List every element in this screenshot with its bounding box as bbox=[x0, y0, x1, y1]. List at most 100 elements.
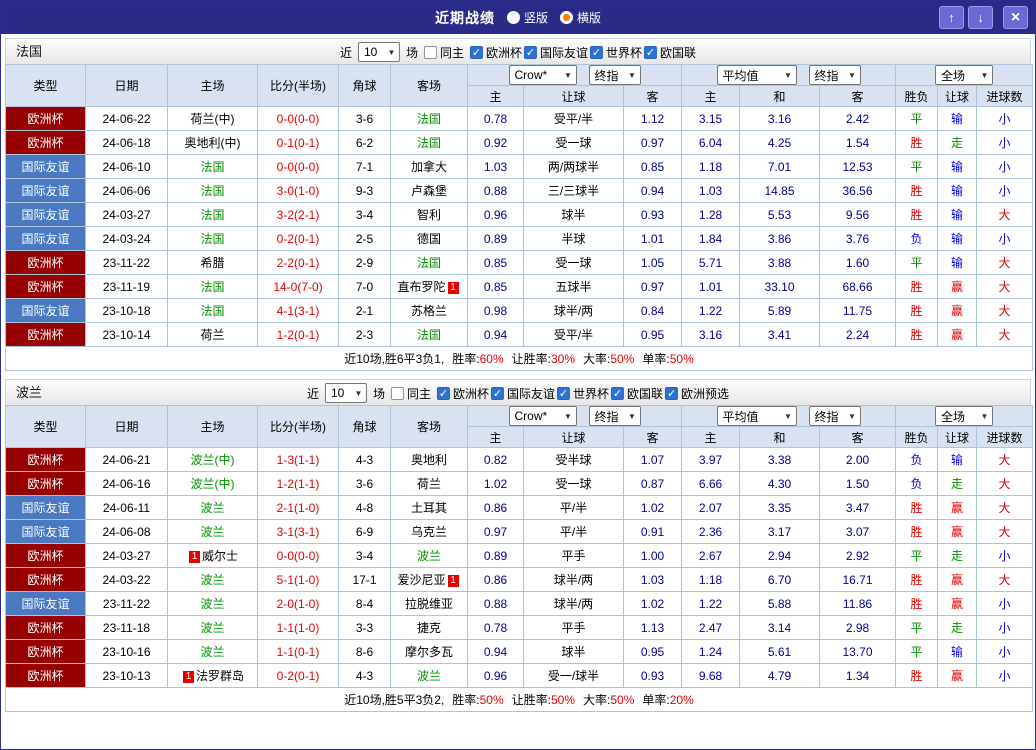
match-date: 23-10-13 bbox=[85, 663, 168, 688]
team-label: 荷兰 bbox=[416, 477, 441, 491]
down-arrow-icon: ↓ bbox=[977, 10, 984, 25]
match-count-value: 10 bbox=[330, 386, 345, 400]
team-label: 波兰 bbox=[416, 669, 441, 683]
match-row: 国际友谊 24-03-24 法国 0-2(0-1) 2-5 德国 0.89 半球 1.01 1.8… bbox=[5, 226, 1034, 251]
final-odds-select[interactable]: 终指 ▼ bbox=[588, 406, 641, 426]
scroll-down-button[interactable]: ↓ bbox=[968, 6, 993, 29]
avg-home: 2.67 bbox=[681, 543, 740, 568]
same-home-checkbox[interactable]: 同主 bbox=[423, 44, 464, 61]
result-cell: 胜 bbox=[895, 130, 938, 155]
competition-label: 欧洲杯 bbox=[452, 386, 489, 401]
competition-checkbox[interactable]: 欧洲预选 bbox=[665, 385, 729, 402]
match-row: 欧洲杯 23-10-13 1 法罗群岛 0-2(0-1) 4-3 波兰 0.96 受一/球半 0.… bbox=[5, 663, 1034, 688]
away-team: 奥地利 bbox=[390, 447, 468, 472]
odds-away: 0.84 bbox=[623, 298, 682, 323]
avg-away: 9.56 bbox=[819, 202, 896, 227]
team-label: 拉脱维亚 bbox=[404, 597, 453, 611]
avg-home: 6.66 bbox=[681, 471, 740, 496]
recent-label: 近 bbox=[306, 386, 319, 401]
final-odds-select[interactable]: 终指 ▼ bbox=[588, 65, 641, 85]
competition-checkbox[interactable]: 国际友谊 bbox=[491, 385, 555, 402]
odds-handicap: 受平/半 bbox=[523, 106, 624, 131]
avg-home: 2.36 bbox=[681, 519, 740, 544]
bookmaker-select[interactable]: Crow* ▼ bbox=[508, 65, 577, 85]
match-count-select[interactable]: 10 ▼ bbox=[324, 383, 367, 403]
match-date: 24-03-24 bbox=[85, 226, 168, 251]
average-select[interactable]: 平均值 ▼ bbox=[716, 406, 797, 426]
match-type: 欧洲杯 bbox=[5, 543, 86, 568]
match-type: 欧洲杯 bbox=[5, 663, 86, 688]
odds-handicap: 受一/球半 bbox=[523, 663, 624, 688]
corners: 3-4 bbox=[338, 543, 391, 568]
avg-draw: 5.53 bbox=[739, 202, 820, 227]
match-scope-select[interactable]: 全场 ▼ bbox=[935, 65, 993, 85]
match-scope-select[interactable]: 全场 ▼ bbox=[935, 406, 993, 426]
match-row: 欧洲杯 24-06-22 荷兰(中) 0-0(0-0) 3-6 法国 0.78 受平/半 1.1… bbox=[5, 106, 1034, 131]
same-home-checkbox[interactable]: 同主 bbox=[390, 385, 431, 402]
match-type: 欧洲杯 bbox=[5, 639, 86, 664]
final-odds-value: 终指 bbox=[594, 68, 619, 83]
corners: 3-3 bbox=[338, 615, 391, 640]
odds-away: 0.85 bbox=[623, 154, 682, 179]
checkbox-checked-icon bbox=[611, 386, 625, 400]
odds-dropdowns-cell: Crow* ▼ 终指 ▼ bbox=[467, 64, 682, 86]
competition-checkbox[interactable]: 欧国联 bbox=[644, 44, 696, 61]
match-count-select[interactable]: 10 ▼ bbox=[357, 42, 400, 62]
result-cell: 平 bbox=[895, 250, 938, 275]
match-date: 24-06-06 bbox=[85, 178, 168, 203]
home-team: 法国 bbox=[167, 226, 258, 251]
avg-draw: 14.85 bbox=[739, 178, 820, 203]
odds-home: 1.02 bbox=[467, 471, 524, 496]
chevron-down-icon: ▼ bbox=[980, 411, 989, 421]
team-label: 智利 bbox=[416, 208, 441, 222]
col-avg-draw: 和 bbox=[739, 426, 820, 448]
competition-checkbox[interactable]: 世界杯 bbox=[557, 385, 609, 402]
col-score: 比分(半场) bbox=[257, 64, 339, 107]
bookmaker-select[interactable]: Crow* ▼ bbox=[508, 406, 577, 426]
final-odds-select-2[interactable]: 终指 ▼ bbox=[808, 406, 861, 426]
radio-label-horizontal: 横版 bbox=[577, 11, 602, 25]
match-scope-value: 全场 bbox=[941, 409, 966, 424]
match-score: 2-2(0-1) bbox=[257, 250, 339, 275]
avg-away: 11.75 bbox=[819, 298, 896, 323]
match-score: 3-1(3-1) bbox=[257, 519, 339, 544]
competition-checkbox[interactable]: 欧洲杯 bbox=[436, 385, 489, 402]
competition-checkbox[interactable]: 世界杯 bbox=[590, 44, 642, 61]
avg-draw: 3.41 bbox=[739, 322, 820, 347]
col-avg-home: 主 bbox=[681, 426, 740, 448]
col-corners: 角球 bbox=[338, 405, 391, 448]
away-team: 摩尔多瓦 bbox=[390, 639, 468, 664]
match-score: 14-0(7-0) bbox=[257, 274, 339, 299]
odds-home: 0.88 bbox=[467, 178, 524, 203]
close-button[interactable]: × bbox=[1003, 6, 1028, 29]
odds-home: 0.92 bbox=[467, 130, 524, 155]
odds-handicap: 球半 bbox=[523, 639, 624, 664]
final-odds-select-2[interactable]: 终指 ▼ bbox=[808, 65, 861, 85]
match-date: 24-06-18 bbox=[85, 130, 168, 155]
team-label: 法国 bbox=[416, 112, 441, 126]
goals-result-cell: 大 bbox=[975, 298, 1034, 323]
layout-option-horizontal[interactable]: 横版 bbox=[560, 9, 601, 26]
avg-home: 1.24 bbox=[681, 639, 740, 664]
team-label: 卢森堡 bbox=[410, 184, 447, 198]
match-type: 欧洲杯 bbox=[5, 250, 86, 275]
odds-home: 0.96 bbox=[467, 202, 524, 227]
average-select[interactable]: 平均值 ▼ bbox=[716, 65, 797, 85]
corners: 4-3 bbox=[338, 663, 391, 688]
competition-checkbox[interactable]: 欧洲杯 bbox=[469, 44, 522, 61]
competition-checkbox[interactable]: 国际友谊 bbox=[524, 44, 588, 61]
layout-option-vertical[interactable]: 竖版 bbox=[506, 9, 548, 26]
avg-home: 6.04 bbox=[681, 130, 740, 155]
handicap-result-cell: 输 bbox=[937, 154, 977, 179]
competition-checkbox[interactable]: 欧国联 bbox=[611, 385, 663, 402]
odds-away: 0.97 bbox=[623, 274, 682, 299]
scroll-up-button[interactable]: ↑ bbox=[939, 6, 964, 29]
match-score: 5-1(1-0) bbox=[257, 567, 339, 592]
match-row: 国际友谊 24-06-06 法国 3-0(1-0) 9-3 卢森堡 0.88 三/三球半 0.9… bbox=[5, 178, 1034, 203]
home-team: 波兰 bbox=[167, 639, 258, 664]
odds-away: 1.01 bbox=[623, 226, 682, 251]
match-type: 欧洲杯 bbox=[5, 130, 86, 155]
corners: 9-3 bbox=[338, 178, 391, 203]
match-score: 0-1(0-1) bbox=[257, 130, 339, 155]
corners: 7-1 bbox=[338, 154, 391, 179]
